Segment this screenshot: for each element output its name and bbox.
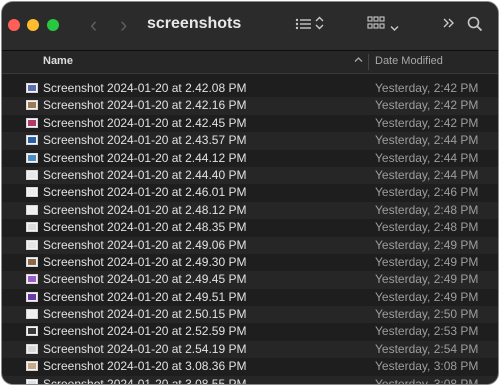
view-options-chevron-icon[interactable] <box>390 19 399 37</box>
file-row[interactable]: Screenshot 2024-01-20 at 2.42.45 PM Yeste… <box>2 115 498 132</box>
file-name: Screenshot 2024-01-20 at 2.46.01 PM <box>43 185 247 200</box>
screenshot-thumbnail-icon <box>26 343 38 354</box>
file-date-modified: Yesterday, 2:46 PM <box>375 185 479 200</box>
file-date-modified: Yesterday, 2:50 PM <box>375 307 479 322</box>
file-row[interactable]: Screenshot 2024-01-20 at 2.52.59 PM Yeste… <box>2 323 498 340</box>
screenshot-thumbnail-icon <box>26 152 38 163</box>
file-name: Screenshot 2024-01-20 at 2.42.08 PM <box>43 81 247 95</box>
file-date-modified: Yesterday, 2:42 PM <box>375 98 479 113</box>
file-date-modified: Yesterday, 2:49 PM <box>375 289 479 304</box>
file-date-modified: Yesterday, 3:08 PM <box>375 359 479 374</box>
file-row[interactable]: Screenshot 2024-01-20 at 2.54.19 PM Yeste… <box>2 340 498 359</box>
file-row[interactable]: Screenshot 2024-01-20 at 2.49.45 PM Yeste… <box>2 271 498 289</box>
file-row[interactable]: Screenshot 2024-01-20 at 2.49.06 PM Yeste… <box>2 236 498 254</box>
screenshot-thumbnail-icon <box>26 378 38 384</box>
screenshot-thumbnail-icon <box>26 169 38 180</box>
search-icon[interactable] <box>467 16 483 37</box>
sort-ascending-icon[interactable] <box>354 55 363 66</box>
window-title: screenshots <box>147 15 242 32</box>
file-date-modified: Yesterday, 2:49 PM <box>375 254 479 269</box>
file-name: Screenshot 2024-01-20 at 2.42.16 PM <box>43 98 247 113</box>
finder-window: ‹ › screenshots Name Date Modified Scree… <box>2 2 498 384</box>
file-name: Screenshot 2024-01-20 at 3.08.55 PM <box>43 376 247 384</box>
file-name: Screenshot 2024-01-20 at 2.48.12 PM <box>43 202 247 217</box>
more-tools-icon[interactable] <box>442 16 456 35</box>
file-name: Screenshot 2024-01-20 at 2.52.59 PM <box>43 324 247 339</box>
file-date-modified: Yesterday, 2:42 PM <box>375 115 479 130</box>
file-name: Screenshot 2024-01-20 at 2.49.30 PM <box>43 254 247 269</box>
toolbar: ‹ › screenshots <box>2 2 498 51</box>
screenshot-thumbnail-icon <box>26 117 38 128</box>
screenshot-thumbnail-icon <box>26 309 38 320</box>
file-name: Screenshot 2024-01-20 at 2.54.19 PM <box>43 341 247 356</box>
zoom-window-button[interactable] <box>47 19 59 31</box>
file-row[interactable]: Screenshot 2024-01-20 at 2.43.57 PM Yeste… <box>2 132 498 150</box>
file-row[interactable]: Screenshot 2024-01-20 at 2.44.12 PM Yeste… <box>2 150 498 167</box>
file-date-modified: Yesterday, 2:44 PM <box>375 150 479 165</box>
screenshot-thumbnail-icon <box>26 222 38 233</box>
file-name: Screenshot 2024-01-20 at 2.50.15 PM <box>43 307 247 322</box>
file-name: Screenshot 2024-01-20 at 2.44.12 PM <box>43 150 247 165</box>
column-header-name[interactable]: Name <box>43 55 73 67</box>
screenshot-thumbnail-icon <box>26 187 38 198</box>
back-button[interactable]: ‹ <box>90 13 97 37</box>
file-date-modified: Yesterday, 3:08 PM <box>375 376 479 384</box>
file-row[interactable]: Screenshot 2024-01-20 at 2.49.30 PM Yeste… <box>2 254 498 271</box>
file-row[interactable]: Screenshot 2024-01-20 at 2.48.35 PM Yeste… <box>2 219 498 236</box>
file-date-modified: Yesterday, 2:44 PM <box>375 133 479 148</box>
list-view-icon[interactable] <box>295 14 313 34</box>
file-row[interactable]: Screenshot 2024-01-20 at 2.50.15 PM Yeste… <box>2 306 498 324</box>
file-date-modified: Yesterday, 2:54 PM <box>375 341 479 356</box>
file-date-modified: Yesterday, 2:48 PM <box>375 202 479 217</box>
minimize-window-button[interactable] <box>27 19 39 31</box>
file-row[interactable]: Screenshot 2024-01-20 at 3.08.55 PM Yeste… <box>2 375 498 384</box>
file-name: Screenshot 2024-01-20 at 3.08.36 PM <box>43 359 247 374</box>
file-date-modified: Yesterday, 2:44 PM <box>375 167 479 182</box>
screenshot-thumbnail-icon <box>26 361 38 372</box>
screenshot-thumbnail-icon <box>26 83 38 93</box>
screenshot-thumbnail-icon <box>26 135 38 146</box>
screenshot-thumbnail-icon <box>26 274 38 285</box>
column-header-bar: Name Date Modified <box>2 51 498 74</box>
file-name: Screenshot 2024-01-20 at 2.48.35 PM <box>43 220 247 235</box>
file-name: Screenshot 2024-01-20 at 2.49.45 PM <box>43 272 247 287</box>
file-date-modified: Yesterday, 2:49 PM <box>375 237 479 252</box>
file-row[interactable]: Screenshot 2024-01-20 at 2.44.40 PM Yeste… <box>2 166 498 185</box>
column-divider[interactable] <box>368 54 369 70</box>
file-row[interactable]: Screenshot 2024-01-20 at 2.46.01 PM Yeste… <box>2 184 498 201</box>
column-header-date-modified[interactable]: Date Modified <box>375 55 443 67</box>
file-row[interactable]: Screenshot 2024-01-20 at 2.42.08 PM Yeste… <box>2 80 498 97</box>
file-row[interactable]: Screenshot 2024-01-20 at 3.08.36 PM Yeste… <box>2 358 498 375</box>
file-row[interactable]: Screenshot 2024-01-20 at 2.42.16 PM Yeste… <box>2 97 498 115</box>
screenshot-thumbnail-icon <box>26 256 38 267</box>
file-name: Screenshot 2024-01-20 at 2.49.06 PM <box>43 237 247 252</box>
file-date-modified: Yesterday, 2:49 PM <box>375 272 479 287</box>
screenshot-thumbnail-icon <box>26 239 38 250</box>
file-name: Screenshot 2024-01-20 at 2.49.51 PM <box>43 289 247 304</box>
file-date-modified: Yesterday, 2:48 PM <box>375 220 479 235</box>
file-date-modified: Yesterday, 2:42 PM <box>375 81 479 95</box>
file-date-modified: Yesterday, 2:53 PM <box>375 324 479 339</box>
screenshot-thumbnail-icon <box>26 204 38 215</box>
file-row[interactable]: Screenshot 2024-01-20 at 2.48.12 PM Yeste… <box>2 201 498 220</box>
file-list: Screenshot 2024-01-20 at 2.42.08 PM Yeste… <box>2 80 498 384</box>
screenshot-thumbnail-icon <box>26 100 38 111</box>
file-name: Screenshot 2024-01-20 at 2.44.40 PM <box>43 167 247 182</box>
close-window-button[interactable] <box>8 19 20 31</box>
file-row[interactable]: Screenshot 2024-01-20 at 2.49.51 PM Yeste… <box>2 289 498 306</box>
forward-button[interactable]: › <box>120 13 127 37</box>
screenshot-thumbnail-icon <box>26 291 38 302</box>
file-name: Screenshot 2024-01-20 at 2.42.45 PM <box>43 115 247 130</box>
gallery-view-icon[interactable] <box>367 16 385 30</box>
file-name: Screenshot 2024-01-20 at 2.43.57 PM <box>43 133 247 148</box>
sort-toggle-icon[interactable] <box>315 16 324 35</box>
screenshot-thumbnail-icon <box>26 326 38 337</box>
